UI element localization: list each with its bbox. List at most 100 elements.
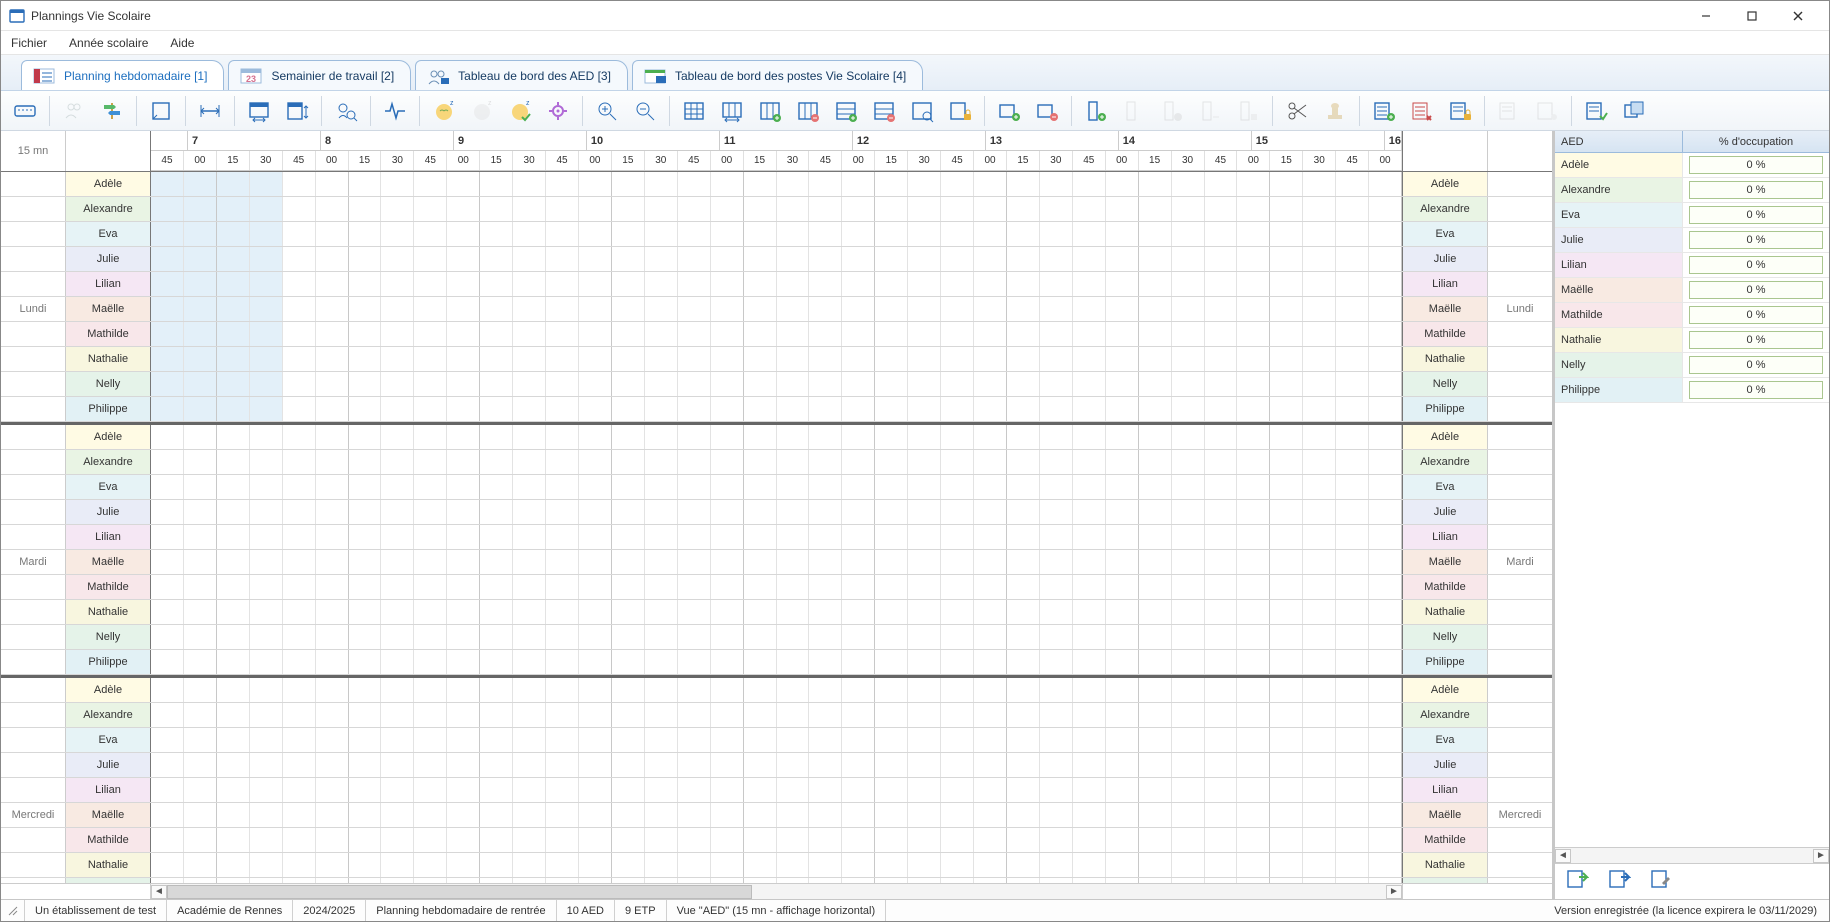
row-lundi-lilian[interactable]: LilianLilian bbox=[1, 272, 1552, 297]
row-mercredi-nathalie[interactable]: NathalieNathalie bbox=[1, 853, 1552, 878]
calendar-height-icon[interactable] bbox=[279, 94, 315, 128]
minute-36: 45 bbox=[1336, 151, 1369, 170]
name-left: Alexandre bbox=[66, 197, 151, 221]
minute-1: 00 bbox=[184, 151, 217, 170]
row-mardi-nelly[interactable]: NellyNelly bbox=[1, 625, 1552, 650]
row-mardi-eva[interactable]: EvaEva bbox=[1, 475, 1552, 500]
row-lundi-adèle[interactable]: AdèleAdèle bbox=[1, 172, 1552, 197]
row-lundi-mathilde[interactable]: MathildeMathilde bbox=[1, 322, 1552, 347]
row-lundi-nelly[interactable]: NellyNelly bbox=[1, 372, 1552, 397]
sleep-face-icon[interactable]: z bbox=[426, 94, 462, 128]
occupancy-hscrollbar[interactable]: ◄ ► bbox=[1555, 847, 1829, 863]
name-right: Nelly bbox=[1402, 625, 1487, 649]
scroll-left-button[interactable]: ◄ bbox=[151, 885, 167, 899]
row-mardi-nathalie[interactable]: NathalieNathalie bbox=[1, 600, 1552, 625]
occupancy-row-nathalie[interactable]: Nathalie0 % bbox=[1555, 328, 1829, 353]
list-check-icon[interactable] bbox=[1578, 94, 1614, 128]
row-mardi-mathilde[interactable]: MathildeMathilde bbox=[1, 575, 1552, 600]
row-mercredi-mathilde[interactable]: MathildeMathilde bbox=[1, 828, 1552, 853]
row-mardi-lilian[interactable]: LilianLilian bbox=[1, 525, 1552, 550]
occupancy-scroll-right[interactable]: ► bbox=[1813, 849, 1829, 863]
row-lundi-maëlle[interactable]: LundiMaëlleMaëlleLundi bbox=[1, 297, 1552, 322]
tab-1[interactable]: 23Semainier de travail [2] bbox=[228, 60, 411, 90]
occupancy-row-nelly[interactable]: Nelly0 % bbox=[1555, 353, 1829, 378]
occupancy-row-adèle[interactable]: Adèle0 % bbox=[1555, 153, 1829, 178]
name-left: Lilian bbox=[66, 272, 151, 296]
occupancy-row-julie[interactable]: Julie0 % bbox=[1555, 228, 1829, 253]
cell-add-icon[interactable] bbox=[991, 94, 1027, 128]
occupancy-scroll-left[interactable]: ◄ bbox=[1555, 849, 1571, 863]
minimize-button[interactable] bbox=[1683, 1, 1729, 31]
grid-remove-icon[interactable] bbox=[790, 94, 826, 128]
menu-aide[interactable]: Aide bbox=[166, 34, 198, 52]
export-green-button[interactable] bbox=[1565, 867, 1597, 897]
row-mercredi-lilian[interactable]: LilianLilian bbox=[1, 778, 1552, 803]
row-mercredi-julie[interactable]: JulieJulie bbox=[1, 753, 1552, 778]
row-remove-icon[interactable] bbox=[866, 94, 902, 128]
row-mardi-adèle[interactable]: AdèleAdèle bbox=[1, 425, 1552, 450]
occupancy-row-lilian[interactable]: Lilian0 % bbox=[1555, 253, 1829, 278]
tab-0[interactable]: Planning hebdomadaire [1] bbox=[21, 60, 224, 90]
occupancy-row-maëlle[interactable]: Maëlle0 % bbox=[1555, 278, 1829, 303]
grid-add-icon[interactable] bbox=[752, 94, 788, 128]
occupancy-row-philippe[interactable]: Philippe0 % bbox=[1555, 378, 1829, 403]
zoom-in-icon[interactable] bbox=[589, 94, 625, 128]
grid-icon[interactable] bbox=[676, 94, 712, 128]
gear-purple-icon[interactable] bbox=[540, 94, 576, 128]
occupancy-row-alexandre[interactable]: Alexandre0 % bbox=[1555, 178, 1829, 203]
row-lundi-julie[interactable]: JulieJulie bbox=[1, 247, 1552, 272]
name-left: Nelly bbox=[66, 372, 151, 396]
scroll-right-button[interactable]: ► bbox=[1386, 885, 1402, 899]
minute-11: 30 bbox=[513, 151, 546, 170]
search-person-icon[interactable] bbox=[328, 94, 364, 128]
row-mardi-maëlle[interactable]: MardiMaëlleMaëlleMardi bbox=[1, 550, 1552, 575]
row-lundi-nathalie[interactable]: NathalieNathalie bbox=[1, 347, 1552, 372]
col-add-icon[interactable] bbox=[1078, 94, 1114, 128]
tab-2[interactable]: Tableau de bord des AED [3] bbox=[415, 60, 628, 90]
export-edit-button[interactable] bbox=[1649, 867, 1681, 897]
list-red-icon[interactable] bbox=[1404, 94, 1440, 128]
planner-hscrollbar[interactable]: ◄ ► bbox=[1, 883, 1552, 899]
list-lock-icon[interactable] bbox=[1442, 94, 1478, 128]
scroll-thumb[interactable] bbox=[167, 885, 752, 899]
pulse-icon[interactable] bbox=[377, 94, 413, 128]
export-blue-button[interactable] bbox=[1607, 867, 1639, 897]
menu-fichier[interactable]: Fichier bbox=[7, 34, 51, 52]
grid-lock-icon[interactable] bbox=[942, 94, 978, 128]
row-mardi-philippe[interactable]: PhilippePhilippe bbox=[1, 650, 1552, 675]
grid-width-icon[interactable] bbox=[714, 94, 750, 128]
occupancy-row-mathilde[interactable]: Mathilde0 % bbox=[1555, 303, 1829, 328]
planner-grid[interactable]: AdèleAdèleAlexandreAlexandreEvaEvaJulieJ… bbox=[1, 172, 1552, 883]
occupancy-col-aed[interactable]: AED bbox=[1555, 131, 1683, 152]
status-cell-6: Vue "AED" (15 mn - affichage horizontal) bbox=[667, 900, 887, 921]
row-mercredi-adèle[interactable]: AdèleAdèle bbox=[1, 678, 1552, 703]
list-add-icon[interactable] bbox=[1366, 94, 1402, 128]
menu-annee-scolaire[interactable]: Année scolaire bbox=[65, 34, 152, 52]
row-lundi-philippe[interactable]: PhilippePhilippe bbox=[1, 397, 1552, 422]
windows-icon[interactable] bbox=[1616, 94, 1652, 128]
scissors-icon[interactable] bbox=[1279, 94, 1315, 128]
maximize-button[interactable] bbox=[1729, 1, 1775, 31]
row-mardi-julie[interactable]: JulieJulie bbox=[1, 500, 1552, 525]
row-mercredi-eva[interactable]: EvaEva bbox=[1, 728, 1552, 753]
cell-remove-icon[interactable] bbox=[1029, 94, 1065, 128]
row-mercredi-maëlle[interactable]: MercrediMaëlleMaëlleMercredi bbox=[1, 803, 1552, 828]
calendar-width-icon[interactable] bbox=[241, 94, 277, 128]
occupancy-row-eva[interactable]: Eva0 % bbox=[1555, 203, 1829, 228]
sleep-face-check-icon[interactable]: z bbox=[502, 94, 538, 128]
resize-icon[interactable] bbox=[143, 94, 179, 128]
row-mercredi-nelly[interactable]: NellyNelly bbox=[1, 878, 1552, 883]
width-arrows-icon[interactable] bbox=[192, 94, 228, 128]
grid-search-icon[interactable] bbox=[904, 94, 940, 128]
row-mercredi-alexandre[interactable]: AlexandreAlexandre bbox=[1, 703, 1552, 728]
occupancy-col-pct[interactable]: % d'occupation bbox=[1683, 131, 1829, 152]
tab-3[interactable]: Tableau de bord des postes Vie Scolaire … bbox=[632, 60, 923, 90]
row-mardi-alexandre[interactable]: AlexandreAlexandre bbox=[1, 450, 1552, 475]
row-lundi-alexandre[interactable]: AlexandreAlexandre bbox=[1, 197, 1552, 222]
row-lundi-eva[interactable]: EvaEva bbox=[1, 222, 1552, 247]
zoom-out-icon[interactable] bbox=[627, 94, 663, 128]
row-add-icon[interactable] bbox=[828, 94, 864, 128]
close-button[interactable] bbox=[1775, 1, 1821, 31]
signpost-icon[interactable] bbox=[94, 94, 130, 128]
keyboard-icon[interactable] bbox=[7, 94, 43, 128]
